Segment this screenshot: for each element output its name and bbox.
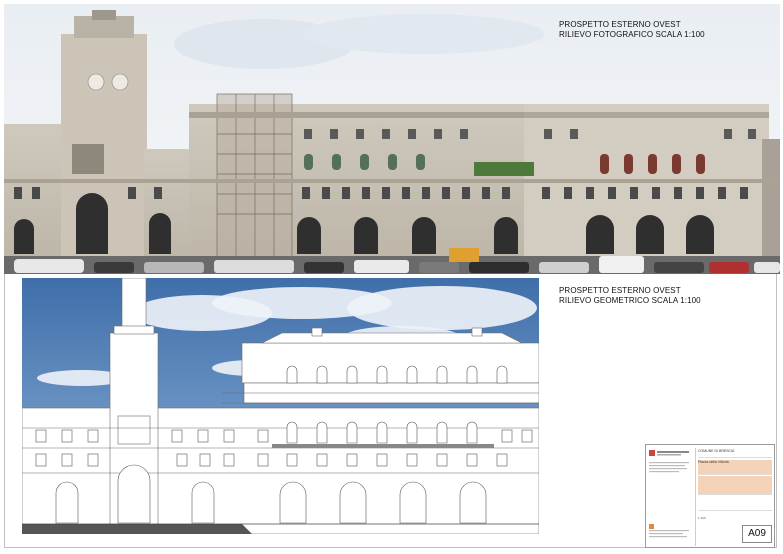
- photo-caption: PROSPETTO ESTERNO OVEST RILIEVO FOTOGRAF…: [559, 20, 705, 40]
- photo-elevation: [4, 4, 780, 274]
- sheet-title-cell: [698, 496, 772, 511]
- drawing-caption: PROSPETTO ESTERNO OVEST RILIEVO GEOMETRI…: [559, 286, 701, 306]
- photo-caption-line1: PROSPETTO ESTERNO OVEST: [559, 20, 681, 29]
- firm-details: [649, 462, 689, 538]
- firm-logo: [649, 448, 693, 459]
- drawing-caption-line2: RILIEVO GEOMETRICO SCALA 1:100: [559, 296, 701, 305]
- project-cell: Piazza della Vittoria: [698, 460, 772, 475]
- scale-label: 1:100: [698, 516, 706, 520]
- sheet-code: A09: [742, 525, 772, 543]
- drawing-caption-line1: PROSPETTO ESTERNO OVEST: [559, 286, 681, 295]
- project-line: Piazza della Vittoria: [698, 460, 729, 464]
- geometric-elevation: [22, 278, 539, 534]
- description-cell: [698, 476, 772, 495]
- title-block: COMUNE DI BRESCIA Piazza della Vittoria …: [645, 444, 775, 548]
- photo-caption-line2: RILIEVO FOTOGRAFICO SCALA 1:100: [559, 30, 705, 39]
- title-block-left: [649, 448, 693, 546]
- client-name: COMUNE DI BRESCIA: [698, 449, 772, 458]
- title-block-right: COMUNE DI BRESCIA Piazza della Vittoria …: [695, 448, 774, 546]
